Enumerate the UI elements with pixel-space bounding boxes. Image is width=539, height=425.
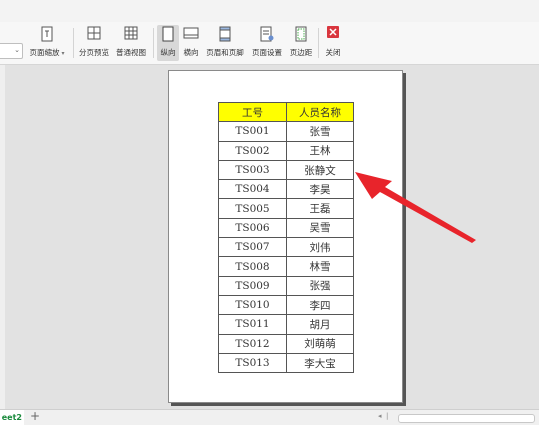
id-cell: TS002	[218, 140, 287, 161]
scroll-left-icon[interactable]: ◂	[378, 412, 382, 420]
table-row: TS010 李四	[218, 294, 354, 316]
table-row: TS005 王磊	[218, 198, 354, 219]
page-setup-label: 页面设置	[252, 48, 282, 57]
name-cell: 王林	[286, 140, 354, 161]
name-cell: 张强	[286, 275, 354, 296]
page-setup-button[interactable]: 页面设置	[248, 25, 286, 61]
header-footer-label: 页眉和页脚	[206, 48, 244, 57]
zoom-dropdown[interactable]: ⌄	[0, 43, 23, 59]
normal-view-button[interactable]: 普通视图	[113, 25, 149, 61]
id-cell: TS003	[218, 159, 287, 181]
split-preview-button[interactable]: 分页预览	[77, 25, 111, 61]
portrait-button[interactable]: 纵向	[157, 25, 179, 61]
table-row: TS001 张雪	[218, 121, 354, 142]
table-row: TS011 胡月	[218, 314, 354, 335]
portrait-label: 纵向	[160, 48, 176, 57]
id-cell: TS013	[218, 352, 287, 374]
name-cell: 胡月	[286, 314, 354, 335]
name-cell: 林雪	[286, 256, 354, 277]
name-cell: 张雪	[286, 121, 354, 142]
id-cell: TS009	[218, 275, 287, 296]
normal-view-icon	[124, 26, 138, 40]
add-sheet-button[interactable]: +	[30, 409, 40, 423]
sheet-tab[interactable]: eet2	[0, 410, 24, 425]
table-header-row: 工号 人员名称	[218, 101, 354, 123]
split-preview-icon	[87, 26, 101, 40]
close-button[interactable]: 关闭	[322, 25, 344, 61]
separator	[318, 28, 319, 58]
split-preview-label: 分页预览	[79, 48, 109, 57]
close-label: 关闭	[325, 48, 341, 57]
margins-icon	[295, 26, 307, 42]
name-cell: 刘伟	[286, 237, 354, 258]
name-cell: 王磊	[286, 198, 354, 219]
page-zoom-button[interactable]: 页面缩放 ▾	[24, 25, 70, 61]
table-row: TS003 张静文	[218, 159, 354, 181]
table-row: TS007 刘伟	[218, 237, 354, 258]
name-cell: 张静文	[286, 159, 354, 181]
page-zoom-icon	[41, 26, 53, 42]
margins-button[interactable]: 页边距	[287, 25, 315, 61]
column-header: 工号	[218, 101, 287, 123]
table-row: TS008 林雪	[218, 256, 354, 277]
separator	[153, 28, 154, 58]
id-cell: TS012	[218, 333, 287, 354]
name-cell: 刘萌萌	[286, 333, 354, 354]
table-row: TS009 张强	[218, 275, 354, 296]
table-row: TS013 李大宝	[218, 352, 354, 374]
header-footer-button[interactable]: 页眉和页脚	[203, 25, 247, 61]
column-header: 人员名称	[286, 101, 354, 123]
landscape-label: 横向	[183, 48, 199, 57]
name-cell: 李四	[286, 294, 354, 316]
id-cell: TS008	[218, 256, 287, 277]
landscape-icon	[183, 27, 199, 39]
table-row: TS012 刘萌萌	[218, 333, 354, 354]
page-setup-icon	[260, 26, 274, 42]
close-icon	[327, 26, 339, 38]
normal-view-label: 普通视图	[116, 48, 146, 57]
portrait-icon	[162, 26, 174, 42]
table-row: TS006 吴雪	[218, 217, 354, 239]
scroll-divider-icon: |	[386, 412, 389, 420]
table-row: TS004 李昊	[218, 179, 354, 200]
staff-table: 工号 人员名称 TS001 张雪 TS002 王林 TS003 张静文 TS004 李昊…	[218, 101, 354, 374]
id-cell: TS007	[218, 237, 287, 258]
horizontal-scrollbar[interactable]: ◂ |	[378, 412, 536, 423]
separator	[73, 28, 74, 58]
id-cell: TS006	[218, 217, 287, 239]
title-strip	[0, 0, 539, 23]
header-footer-icon	[219, 26, 231, 42]
print-preview-toolbar: ⌄ 页面缩放 ▾ 分页预览 普通视图 纵向 横向 页眉和页脚 页面设置 页边距 …	[0, 22, 539, 65]
name-cell: 吴雪	[286, 217, 354, 239]
table-row: TS002 王林	[218, 140, 354, 161]
sheet-tab-bar: eet2 + ◂ |	[0, 409, 539, 425]
id-cell: TS005	[218, 198, 287, 219]
id-cell: TS011	[218, 314, 287, 335]
name-cell: 李大宝	[286, 352, 354, 374]
margins-label: 页边距	[289, 48, 313, 57]
id-cell: TS010	[218, 294, 287, 316]
landscape-button[interactable]: 横向	[180, 25, 202, 61]
chevron-down-icon: ▾	[59, 50, 65, 57]
name-cell: 李昊	[286, 179, 354, 200]
page-zoom-label: 页面缩放	[29, 48, 60, 57]
chevron-down-icon: ⌄	[14, 46, 20, 54]
id-cell: TS004	[218, 179, 287, 200]
id-cell: TS001	[218, 121, 287, 142]
scrollbar-track[interactable]	[398, 414, 535, 423]
